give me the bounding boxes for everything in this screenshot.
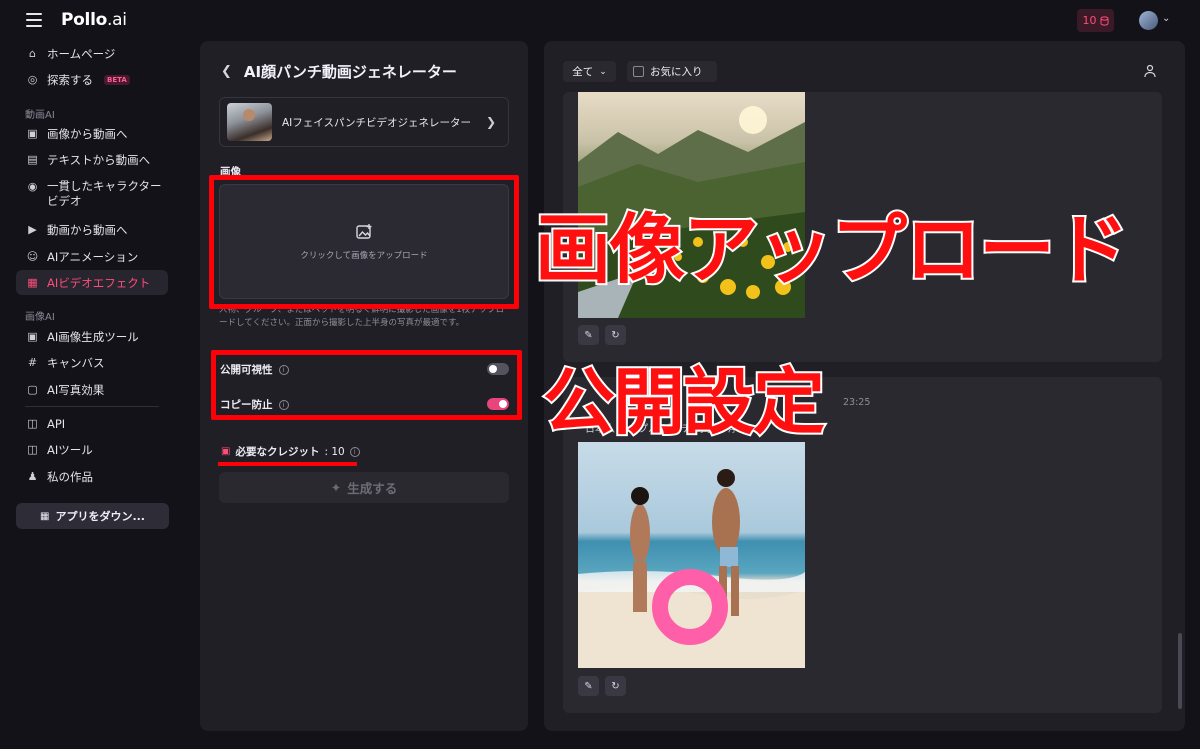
favorites-checkbox[interactable] bbox=[633, 66, 644, 77]
credits-underline bbox=[218, 462, 357, 466]
sidebar-item-ai-video-effect[interactable]: ▦ AIビデオエフェクト bbox=[16, 270, 168, 295]
sidebar-item-consistent-character[interactable]: ◉ 一貫したキャラクタービデオ bbox=[16, 176, 168, 212]
pencil-icon: ✎ bbox=[584, 680, 593, 692]
sidebar-item-label: AIアニメーション bbox=[47, 249, 139, 264]
template-name: AIフェイスパンチビデオジェネレーター bbox=[282, 116, 471, 129]
sidebar-item-text-to-video[interactable]: ▤ テキストから動画へ bbox=[16, 147, 168, 172]
page-title: AI顔パンチ動画ジェネレーター bbox=[243, 63, 457, 81]
sidebar-item-label: AI写真効果 bbox=[47, 382, 105, 397]
template-thumbnail bbox=[227, 103, 272, 141]
qr-code-icon: ▦ bbox=[40, 510, 50, 522]
top-bar: Pollo.ai 10 ⌄ bbox=[0, 0, 1200, 40]
info-icon[interactable]: i bbox=[349, 446, 360, 457]
toolbox-icon: ◫ bbox=[27, 443, 38, 456]
result-image-beach[interactable] bbox=[578, 442, 805, 668]
sidebar-item-label: 探索する bbox=[47, 72, 93, 87]
settings-caption: 公開設定 bbox=[541, 358, 827, 446]
chevron-down-icon: ⌄ bbox=[599, 66, 607, 77]
sidebar-item-label: ホームページ bbox=[47, 46, 116, 61]
sidebar-item-label: AIビデオエフェクト bbox=[47, 275, 151, 290]
beta-badge: BETA bbox=[104, 74, 130, 85]
credits-badge[interactable]: 10 bbox=[1077, 9, 1114, 32]
sidebar-item-label: AIツール bbox=[47, 442, 93, 457]
compass-icon: ◎ bbox=[27, 73, 38, 86]
sidebar-item-my-works[interactable]: ♟ 私の作品 bbox=[16, 464, 168, 489]
sidebar-item-video-to-video[interactable]: ▶ 動画から動画へ bbox=[16, 217, 168, 242]
sidebar-divider bbox=[25, 406, 159, 407]
sidebar-item-label: 私の作品 bbox=[47, 469, 93, 484]
download-app-button[interactable]: ▦ アプリをダウン... bbox=[16, 503, 169, 529]
api-icon: ◫ bbox=[27, 417, 38, 430]
character-icon: ◉ bbox=[27, 180, 38, 193]
scrollbar[interactable] bbox=[1178, 633, 1182, 709]
regenerate-button[interactable]: ↻ bbox=[605, 325, 626, 345]
effects-icon: ▦ bbox=[27, 276, 38, 289]
coin-icon: ▣ bbox=[221, 446, 231, 457]
sidebar-item-label: AI画像生成ツール bbox=[47, 329, 139, 344]
photo-effect-icon: ▢ bbox=[27, 383, 38, 396]
sparkle-icon: ✦ bbox=[330, 480, 342, 495]
menu-icon[interactable] bbox=[26, 13, 42, 27]
sidebar-item-explore[interactable]: ◎ 探索する BETA bbox=[16, 67, 168, 92]
edit-button[interactable]: ✎ bbox=[578, 325, 599, 345]
section-label-video: 動画AI bbox=[25, 110, 55, 121]
sidebar-item-api[interactable]: ◫ API bbox=[16, 411, 168, 436]
sidebar-item-ai-photo-effect[interactable]: ▢ AI写真効果 bbox=[16, 377, 168, 402]
sidebar-item-ai-animation[interactable]: ☺ AIアニメーション bbox=[16, 244, 168, 269]
back-arrow-icon[interactable]: ❮ bbox=[221, 64, 232, 79]
filter-dropdown[interactable]: 全て ⌄ bbox=[563, 61, 616, 82]
upload-caption: 画像アップロード bbox=[533, 203, 1131, 296]
logo-main: Pollo bbox=[61, 10, 107, 30]
sidebar-item-label: 画像から動画へ bbox=[47, 126, 128, 141]
credits-count: 10 bbox=[1082, 14, 1097, 27]
hash-icon: # bbox=[27, 356, 38, 369]
user-avatar[interactable] bbox=[1139, 11, 1158, 30]
logo[interactable]: Pollo.ai bbox=[61, 10, 127, 30]
required-credits: ▣ 必要なクレジット : 10 i bbox=[221, 444, 360, 459]
download-app-label: アプリをダウン... bbox=[55, 510, 145, 523]
generate-button[interactable]: ✦ 生成する bbox=[219, 472, 509, 503]
sidebar-item-label: 動画から動画へ bbox=[47, 222, 128, 237]
community-icon[interactable] bbox=[1143, 64, 1157, 78]
user-icon: ♟ bbox=[27, 470, 38, 483]
upload-highlight-box bbox=[209, 175, 519, 309]
sidebar-item-ai-tools[interactable]: ◫ AIツール bbox=[16, 437, 168, 462]
home-icon: ⌂ bbox=[29, 47, 36, 60]
result-timestamp: 23:25 bbox=[843, 397, 871, 408]
panel-header: ❮ AI顔パンチ動画ジェネレーター bbox=[221, 61, 457, 82]
generate-label: 生成する bbox=[347, 481, 398, 496]
refresh-icon: ↻ bbox=[611, 329, 620, 341]
chevron-right-icon: ❯ bbox=[485, 115, 496, 129]
sidebar-item-label: 一貫したキャラクタービデオ bbox=[47, 179, 162, 208]
section-label-image: 画像AI bbox=[25, 312, 55, 323]
required-credits-value: : 10 bbox=[324, 445, 345, 458]
beach-illustration bbox=[578, 469, 805, 668]
video-icon: ▶ bbox=[28, 223, 37, 236]
template-selector[interactable]: AIフェイスパンチビデオジェネレーター ❯ bbox=[219, 97, 509, 147]
settings-highlight-box bbox=[211, 350, 522, 420]
required-credits-label: 必要なクレジット bbox=[235, 446, 320, 458]
edit-button[interactable]: ✎ bbox=[578, 676, 599, 696]
sidebar-item-canvas[interactable]: # キャンバス bbox=[16, 350, 168, 375]
sidebar-item-label: テキストから動画へ bbox=[47, 152, 151, 167]
favorites-label: お気に入り bbox=[650, 66, 703, 78]
filter-value: 全て bbox=[572, 66, 594, 78]
text-icon: ▤ bbox=[27, 153, 38, 166]
sidebar-item-home[interactable]: ⌂ ホームページ bbox=[16, 41, 168, 66]
image-icon: ▣ bbox=[27, 330, 38, 343]
animation-icon: ☺ bbox=[26, 250, 39, 263]
pencil-icon: ✎ bbox=[584, 329, 593, 341]
regenerate-button[interactable]: ↻ bbox=[605, 676, 626, 696]
image-icon: ▣ bbox=[27, 127, 38, 140]
sidebar-item-image-to-video[interactable]: ▣ 画像から動画へ bbox=[16, 121, 168, 146]
chevron-down-icon[interactable]: ⌄ bbox=[1162, 13, 1170, 24]
refresh-icon: ↻ bbox=[611, 680, 620, 692]
favorites-filter[interactable]: お気に入り bbox=[627, 61, 717, 82]
logo-suffix: .ai bbox=[106, 10, 127, 30]
sidebar-item-label: キャンバス bbox=[47, 355, 105, 370]
sidebar-item-ai-image-generator[interactable]: ▣ AI画像生成ツール bbox=[16, 324, 168, 349]
coin-icon bbox=[1100, 15, 1108, 26]
sidebar-item-label: API bbox=[47, 416, 66, 431]
